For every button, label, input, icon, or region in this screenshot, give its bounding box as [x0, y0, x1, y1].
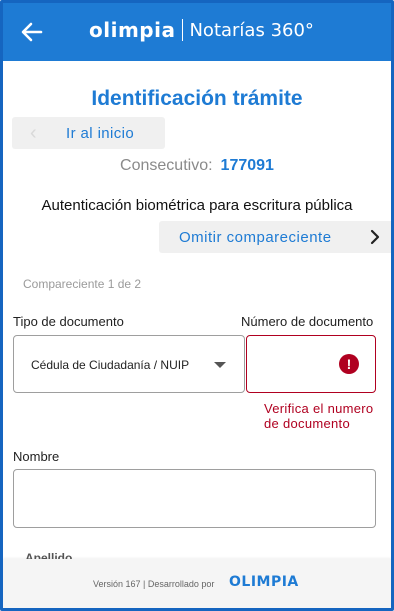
- footer: Versión 167 | Desarrollado por OLIMPIA: [3, 559, 391, 608]
- back-button[interactable]: [17, 17, 47, 47]
- footer-version-text: Versión 167 | Desarrollado por: [93, 579, 215, 589]
- home-button[interactable]: ‹ Ir al inicio: [12, 117, 165, 149]
- dropdown-arrow-icon: [214, 362, 226, 368]
- doc-type-value: Cédula de Ciudadanía / NUIP: [31, 358, 190, 372]
- consecutive-label: Consecutivo:: [120, 157, 213, 174]
- doc-type-select[interactable]: Cédula de Ciudadanía / NUIP: [13, 335, 245, 393]
- doc-number-input[interactable]: [253, 340, 333, 388]
- omit-button-label: Omitir compareciente: [179, 229, 332, 246]
- brand: OLIMPIA Notarías 360°: [89, 18, 314, 42]
- app-frame: OLIMPIA Notarías 360° Identificación trá…: [0, 0, 394, 611]
- home-button-label: Ir al inicio: [66, 125, 135, 142]
- doc-number-label: Número de documento: [241, 314, 374, 329]
- name-field[interactable]: [13, 469, 376, 528]
- olimpia-logo: OLIMPIA: [89, 18, 176, 42]
- name-input[interactable]: [22, 476, 362, 521]
- compareciente-counter: Compareciente 1 de 2: [23, 277, 142, 291]
- consecutive-row: Consecutivo: 177091: [3, 157, 391, 175]
- chevron-right-icon: [370, 229, 380, 245]
- name-label: Nombre: [13, 449, 60, 464]
- brand-subtitle: Notarías 360°: [189, 19, 314, 41]
- chevron-left-icon: ‹: [30, 122, 37, 144]
- omit-compareciente-button[interactable]: Omitir compareciente: [159, 221, 391, 253]
- consecutive-value: 177091: [220, 157, 274, 174]
- page-title: Identificación trámite: [91, 87, 303, 110]
- footer-olimpia-logo: OLIMPIA: [229, 574, 299, 590]
- app-bar: OLIMPIA Notarías 360°: [3, 3, 391, 61]
- section-title: Autenticación biométrica para escritura …: [41, 197, 353, 214]
- arrow-left-icon: [21, 22, 43, 42]
- brand-divider: [182, 19, 184, 41]
- error-icon: !: [339, 354, 359, 374]
- doc-type-label: Tipo de documento: [13, 314, 124, 329]
- doc-number-field[interactable]: !: [246, 335, 376, 393]
- doc-number-error: Verifica el numero de documento: [264, 401, 374, 431]
